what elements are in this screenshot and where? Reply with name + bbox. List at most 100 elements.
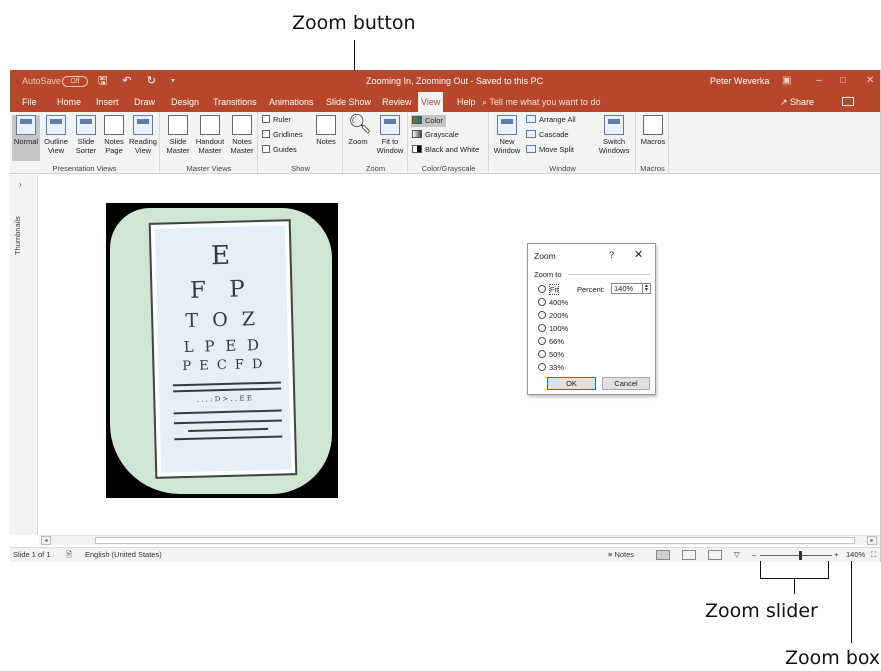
outline-view-label: Outline View (44, 137, 68, 155)
normal-view-status-icon[interactable] (656, 550, 670, 560)
new-window-icon (497, 115, 517, 135)
tab-file[interactable]: File (19, 92, 40, 112)
spinner-icon[interactable]: ▲ ▼ (642, 284, 650, 293)
spellcheck-icon[interactable]: 🗎︎ (66, 548, 72, 562)
tab-view[interactable]: View (418, 92, 444, 112)
notes-page-button[interactable]: Notes Page (101, 115, 127, 155)
new-window-button[interactable]: New Window (493, 115, 521, 155)
guides-checkbox[interactable]: Guides (262, 145, 297, 155)
slide-show-status-icon[interactable]: ▽ (734, 548, 740, 562)
zoom-option-radio[interactable]: 50% (538, 350, 564, 360)
tab-review[interactable]: Review (379, 92, 415, 112)
grayscale-swatch-icon (412, 130, 422, 138)
slide-sorter-icon (76, 115, 96, 135)
black-white-button[interactable]: Black and White (412, 145, 479, 155)
scroll-thumb[interactable] (95, 537, 855, 544)
fit-to-window-label: Fit to Window (376, 137, 404, 155)
macros-group-label: Macros (640, 164, 665, 173)
tab-animations[interactable]: Animations (266, 92, 317, 112)
notes-icon (316, 115, 336, 135)
percent-input[interactable]: 140% ▲ ▼ (611, 283, 651, 294)
notes-master-button[interactable]: Notes Master (227, 115, 257, 155)
eye-chart-row: T O Z (185, 308, 260, 332)
user-name[interactable]: Peter Weverka (710, 70, 769, 92)
tab-help[interactable]: Help (454, 92, 479, 112)
zoom-option-radio[interactable]: 66% (538, 337, 564, 347)
macros-button[interactable]: Macros (639, 115, 667, 146)
notes-button[interactable]: Notes (313, 115, 339, 146)
slide-sorter-button[interactable]: Slide Sorter (72, 115, 100, 155)
tell-me-search[interactable]: ⌕ Tell me what you want to do (482, 92, 600, 112)
scroll-right-icon[interactable]: ▸ (867, 536, 877, 545)
group-window: New Window Arrange All Cascade Move Spli… (490, 112, 636, 174)
ruler-checkbox[interactable]: Ruler (262, 115, 291, 125)
close-icon[interactable]: ✕ (866, 70, 874, 92)
maximize-icon[interactable]: □ (840, 70, 846, 92)
zoom-button[interactable]: 🔍︎ Zoom (345, 115, 372, 147)
help-icon[interactable]: ? (609, 250, 614, 260)
black-white-label: Black and White (425, 145, 480, 154)
reading-view-status-icon[interactable] (708, 550, 722, 560)
zoom-option-radio[interactable]: 100% (538, 324, 568, 334)
normal-view-button[interactable]: Normal (12, 115, 40, 161)
zoom-in-icon[interactable]: + (834, 548, 838, 562)
zoom-out-icon[interactable]: – (752, 548, 756, 562)
color-button[interactable]: Color (411, 115, 446, 127)
fit-slide-status-icon[interactable]: ⛶ (871, 548, 876, 562)
horizontal-scrollbar[interactable]: ◂ ▸ (39, 535, 880, 545)
zoom-option-radio[interactable]: 200% (538, 311, 568, 321)
cascade-button[interactable]: Cascade (526, 130, 569, 140)
arrange-all-button[interactable]: Arrange All (526, 115, 576, 125)
handout-master-button[interactable]: Handout Master (194, 115, 226, 155)
eye-chart-image[interactable]: E F P T O Z L P E D P E C F D . . . : D … (106, 203, 338, 498)
tab-draw[interactable]: Draw (131, 92, 158, 112)
comments-icon[interactable] (842, 97, 854, 106)
title-bar: AutoSave Off 🖫 ↶ ↻ ▾ Zooming In, Zooming… (10, 70, 880, 92)
slide-sorter-status-icon[interactable] (682, 550, 696, 560)
tab-slide-show[interactable]: Slide Show (323, 92, 374, 112)
switch-windows-button[interactable]: Switch Windows (594, 115, 634, 155)
zoom-option-radio[interactable]: 33% (538, 363, 564, 373)
tab-design[interactable]: Design (168, 92, 202, 112)
thumbnails-pane[interactable]: › Thumbnails (10, 175, 38, 535)
cancel-button[interactable]: Cancel (602, 377, 650, 390)
switch-windows-icon (604, 115, 624, 135)
outline-view-icon (46, 115, 66, 135)
minimize-icon[interactable]: – (816, 70, 822, 92)
reading-view-button[interactable]: Reading View (128, 115, 158, 155)
gridlines-checkbox[interactable]: Gridlines (262, 130, 303, 140)
ribbon-display-icon[interactable]: ▣ (782, 70, 791, 92)
autosave-toggle[interactable]: Off (62, 76, 88, 87)
tab-transitions[interactable]: Transitions (210, 92, 260, 112)
grayscale-button[interactable]: Grayscale (412, 130, 459, 140)
group-presentation-views: Normal Outline View Slide Sorter Notes P… (10, 112, 160, 174)
cascade-icon (526, 130, 536, 138)
chart-divider-line (172, 381, 281, 387)
fit-to-window-button[interactable]: Fit to Window (374, 115, 406, 155)
expand-chevron-icon[interactable]: › (19, 180, 22, 189)
notes-status-button[interactable]: ≡ Notes (608, 548, 634, 562)
quick-access-toolbar[interactable]: 🖫 ↶ ↻ ▾ (98, 70, 181, 92)
tab-insert[interactable]: Insert (93, 92, 122, 112)
zoom-option-radio[interactable]: 400% (538, 298, 568, 308)
zoom-option-label: 400% (549, 298, 569, 307)
outline-view-button[interactable]: Outline View (41, 115, 71, 155)
ok-button[interactable]: OK (547, 377, 596, 390)
zoom-option-label: 100% (549, 324, 569, 333)
share-button[interactable]: ↗ Share (780, 92, 814, 112)
zoom-slider-bracket (760, 561, 761, 579)
percent-label: Percent: (577, 285, 605, 294)
slide-master-button[interactable]: Slide Master (164, 115, 192, 155)
eye-chart-row: E (210, 240, 231, 272)
chart-divider-line (173, 387, 282, 393)
scroll-left-icon[interactable]: ◂ (41, 536, 51, 545)
zoom-slider[interactable] (760, 555, 832, 556)
fit-radio[interactable]: Fit (538, 284, 560, 295)
tab-home[interactable]: Home (54, 92, 84, 112)
zoom-percent-box[interactable]: 140% (846, 548, 865, 562)
close-icon[interactable]: ✕ (634, 248, 643, 261)
fit-label: Fit (549, 284, 560, 295)
zoom-slider-thumb[interactable] (799, 551, 802, 560)
move-split-button[interactable]: Move Split (526, 145, 574, 155)
language-status[interactable]: English (United States) (85, 548, 162, 562)
